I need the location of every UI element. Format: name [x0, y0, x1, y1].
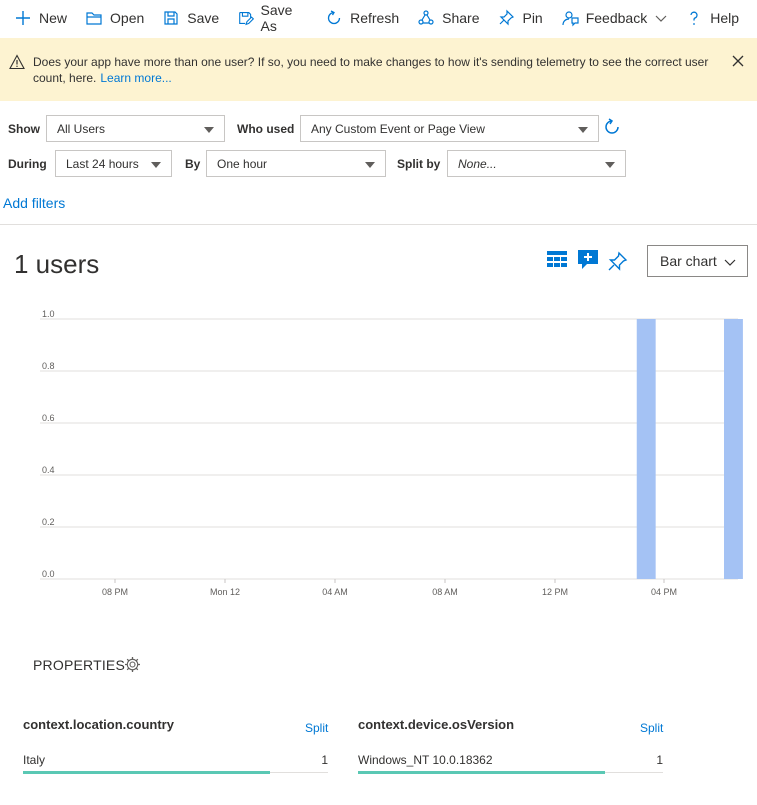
share-icon — [418, 10, 434, 25]
command-bar: New Open Save Save As Refresh Share Pin … — [0, 0, 757, 36]
during-value: Last 24 hours — [66, 156, 139, 171]
warning-icon — [9, 54, 25, 70]
show-value: All Users — [57, 121, 106, 136]
pin-button[interactable]: Pin — [497, 2, 543, 34]
banner-message: Does your app have more than one user? I… — [33, 54, 713, 86]
save-as-button[interactable]: Save As — [237, 2, 307, 34]
property-value-os-version: Windows_NT 10.0.18362 — [358, 753, 493, 767]
gear-icon[interactable] — [124, 656, 141, 673]
show-label: Show — [8, 122, 40, 136]
chart-type-value: Bar chart — [660, 253, 717, 269]
split-by-dropdown[interactable]: None... — [447, 150, 626, 177]
help-button[interactable]: Help — [685, 2, 739, 34]
add-comment-icon[interactable] — [577, 248, 599, 270]
by-value: One hour — [217, 156, 268, 171]
y-tick-label: 0.8 — [42, 361, 55, 371]
folder-icon — [86, 12, 102, 25]
caret-down-icon — [151, 162, 161, 168]
property-bar-os-version — [358, 771, 605, 774]
split-by-value: None... — [458, 156, 497, 171]
bar — [636, 319, 656, 579]
telemetry-warning-banner: Does your app have more than one user? I… — [0, 38, 757, 101]
chevron-down-icon — [655, 15, 667, 22]
chevron-down-icon — [724, 259, 736, 266]
y-tick-label: 0.0 — [42, 569, 55, 579]
property-header-country: context.location.country — [23, 717, 174, 732]
users-bar-chart: 1.0 0.8 0.6 0.4 0.2 0.0 08 PM Mon 12 04 AM 08 AM 1… — [40, 309, 743, 597]
property-header-os-version: context.device.osVersion — [358, 717, 515, 732]
add-filters-link[interactable]: Add filters — [3, 195, 65, 211]
who-used-dropdown[interactable]: Any Custom Event or Page View — [300, 115, 599, 142]
pin-label: Pin — [522, 10, 543, 26]
x-tick-label: 04 PM — [651, 587, 677, 597]
open-label: Open — [110, 10, 145, 26]
y-tick-label: 0.6 — [42, 413, 55, 423]
refresh-label: Refresh — [350, 10, 400, 26]
y-tick-label: 0.4 — [42, 465, 55, 475]
property-value-country: Italy — [23, 753, 46, 767]
refresh-button[interactable]: Refresh — [325, 2, 399, 34]
save-button[interactable]: Save — [162, 2, 219, 34]
divider — [0, 224, 757, 225]
chart-type-dropdown[interactable]: Bar chart — [647, 245, 748, 277]
save-label: Save — [187, 10, 220, 26]
share-button[interactable]: Share — [417, 2, 479, 34]
x-tick-label: 12 PM — [542, 587, 568, 597]
property-count-os-version: 1 — [656, 753, 663, 767]
open-button[interactable]: Open — [85, 2, 144, 34]
new-label: New — [39, 10, 68, 26]
y-tick-label: 1.0 — [42, 309, 55, 319]
split-by-label: Split by — [397, 157, 441, 171]
caret-down-icon — [204, 127, 214, 133]
share-label: Share — [442, 10, 480, 26]
help-icon — [690, 11, 698, 25]
save-as-label: Save As — [260, 2, 293, 34]
split-os-version-link[interactable]: Split — [640, 721, 663, 735]
pin-icon[interactable] — [606, 251, 628, 273]
caret-down-icon — [365, 162, 375, 168]
x-tick-label: 04 AM — [322, 587, 348, 597]
who-used-value: Any Custom Event or Page View — [311, 121, 485, 136]
x-tick-label: Mon 12 — [210, 587, 240, 597]
by-label: By — [185, 157, 201, 171]
y-tick-label: 0.2 — [42, 517, 55, 527]
save-icon — [164, 11, 178, 25]
caret-down-icon — [605, 162, 615, 168]
feedback-icon — [562, 11, 579, 27]
bar — [724, 319, 743, 579]
users-count-title: 1 users — [14, 249, 100, 279]
learn-more-link[interactable]: Learn more... — [100, 71, 171, 85]
property-count-country: 1 — [321, 753, 328, 767]
new-button[interactable]: New — [14, 2, 67, 34]
x-tick-label: 08 AM — [432, 587, 458, 597]
property-bar-country — [23, 771, 270, 774]
save-as-icon — [239, 12, 254, 26]
split-country-link[interactable]: Split — [305, 721, 328, 735]
properties-title: PROPERTIES — [33, 657, 125, 673]
by-dropdown[interactable]: One hour — [206, 150, 386, 177]
feedback-label: Feedback — [585, 10, 648, 26]
plus-icon — [16, 11, 30, 25]
help-label: Help — [710, 10, 739, 26]
grid-view-icon[interactable] — [546, 249, 568, 271]
feedback-button[interactable]: Feedback — [561, 2, 667, 34]
during-label: During — [8, 157, 47, 171]
refresh-icon — [327, 10, 341, 25]
during-dropdown[interactable]: Last 24 hours — [55, 150, 172, 177]
show-dropdown[interactable]: All Users — [46, 115, 225, 142]
who-used-label: Who used — [237, 122, 295, 136]
pin-icon — [500, 9, 515, 26]
caret-down-icon — [578, 127, 588, 133]
refresh-icon[interactable] — [602, 117, 622, 137]
close-icon[interactable] — [731, 54, 745, 68]
x-tick-label: 08 PM — [102, 587, 128, 597]
